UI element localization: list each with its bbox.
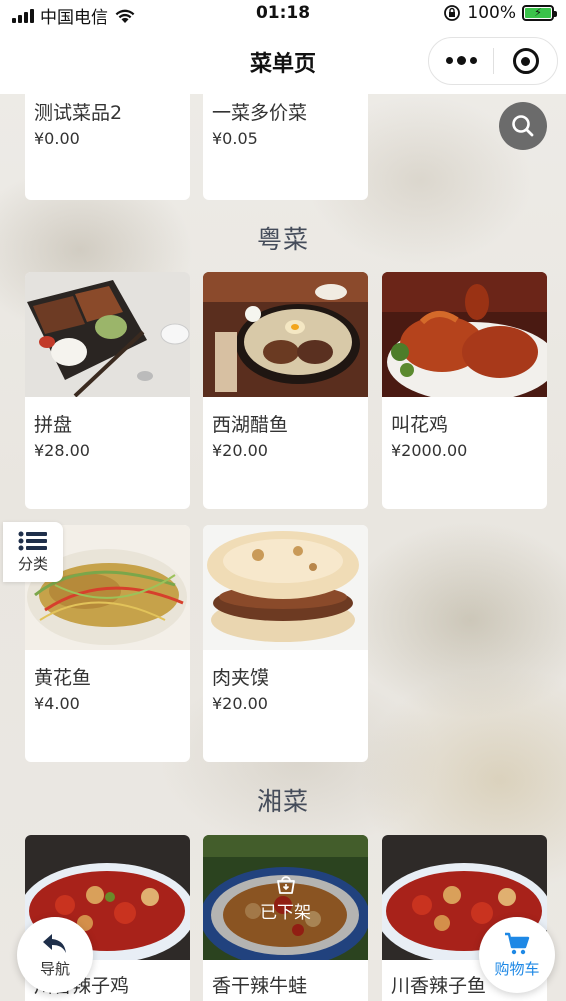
search-button[interactable] bbox=[499, 102, 547, 150]
category-button[interactable]: 分类 bbox=[3, 522, 63, 582]
dish-name: 黄花鱼 bbox=[34, 667, 92, 689]
cart-button[interactable]: 购物车 bbox=[479, 917, 555, 993]
battery-percent: 100% bbox=[467, 3, 516, 23]
target-icon bbox=[512, 48, 539, 74]
dish-price: ¥20.00 bbox=[212, 441, 268, 460]
dish-image bbox=[382, 272, 547, 397]
dish-image: 已下架 bbox=[203, 835, 368, 960]
section-title: 湘菜 bbox=[256, 787, 309, 816]
dish-name: 西湖醋鱼 bbox=[212, 414, 289, 436]
back-arrow-icon bbox=[43, 933, 66, 953]
status-bar-right: 100% ⚡ bbox=[443, 3, 557, 23]
dish-name: 测试菜品2 bbox=[34, 102, 123, 124]
bento-box-photo bbox=[25, 272, 190, 397]
navigation-button[interactable]: 导航 bbox=[17, 917, 93, 993]
dish-price: ¥4.00 bbox=[34, 694, 80, 713]
dish-price: ¥28.00 bbox=[34, 441, 90, 460]
roujiamo-photo bbox=[203, 525, 368, 650]
dish-price: ¥20.00 bbox=[212, 694, 268, 713]
dish-price: ¥0.05 bbox=[212, 129, 258, 148]
dish-card[interactable]: 叫花鸡 ¥2000.00 bbox=[382, 272, 547, 509]
miniprogram-capsule bbox=[428, 37, 558, 85]
list-icon bbox=[18, 531, 47, 550]
cart-label: 购物车 bbox=[494, 959, 540, 978]
navigation-bar: 菜单页 bbox=[0, 26, 566, 94]
dish-price: ¥2000.00 bbox=[391, 441, 468, 460]
category-label: 分类 bbox=[17, 554, 48, 573]
dish-image bbox=[203, 525, 368, 650]
dish-card[interactable]: 测试菜品2 ¥0.00 bbox=[25, 94, 190, 200]
section-title: 粤菜 bbox=[256, 225, 309, 254]
off-shelf-label: 已下架 bbox=[260, 903, 311, 923]
dish-name: 肉夹馍 bbox=[212, 667, 270, 689]
dish-name: 一菜多价菜 bbox=[212, 102, 308, 124]
dish-image bbox=[203, 272, 368, 397]
dish-image bbox=[25, 272, 190, 397]
dish-price: ¥0.00 bbox=[34, 129, 80, 148]
navigation-label: 导航 bbox=[39, 959, 70, 978]
dish-name: 香干辣牛蛙 bbox=[212, 975, 308, 997]
battery-icon: ⚡ bbox=[522, 5, 557, 21]
dish-card[interactable]: 一菜多价菜 ¥0.05 bbox=[203, 94, 368, 200]
dish-name: 拼盘 bbox=[34, 414, 73, 436]
dish-card[interactable]: 肉夹馍 ¥20.00 bbox=[203, 525, 368, 762]
status-bar: 中国电信 01:18 100% ⚡ bbox=[0, 0, 566, 28]
shopping-cart-icon bbox=[505, 932, 530, 954]
more-menu-icon[interactable] bbox=[429, 56, 493, 65]
close-miniprogram-button[interactable] bbox=[494, 48, 557, 74]
dish-name: 川香辣子鱼 bbox=[391, 975, 487, 997]
roast-duck-photo bbox=[382, 272, 547, 397]
steak-plate-photo bbox=[203, 272, 368, 397]
rotation-lock-icon bbox=[444, 5, 461, 21]
search-icon bbox=[512, 115, 534, 137]
off-shelf-overlay: 已下架 bbox=[203, 835, 368, 960]
dish-card[interactable]: 西湖醋鱼 ¥20.00 bbox=[203, 272, 368, 509]
shopping-basket-icon bbox=[276, 876, 295, 894]
menu-list[interactable]: 测试菜品2 ¥0.00 一菜多价菜 ¥0.05 粤菜 拼盘 ¥28.00 西湖醋… bbox=[0, 94, 566, 1001]
dish-name: 叫花鸡 bbox=[391, 414, 449, 436]
dish-card[interactable]: 拼盘 ¥28.00 bbox=[25, 272, 190, 509]
